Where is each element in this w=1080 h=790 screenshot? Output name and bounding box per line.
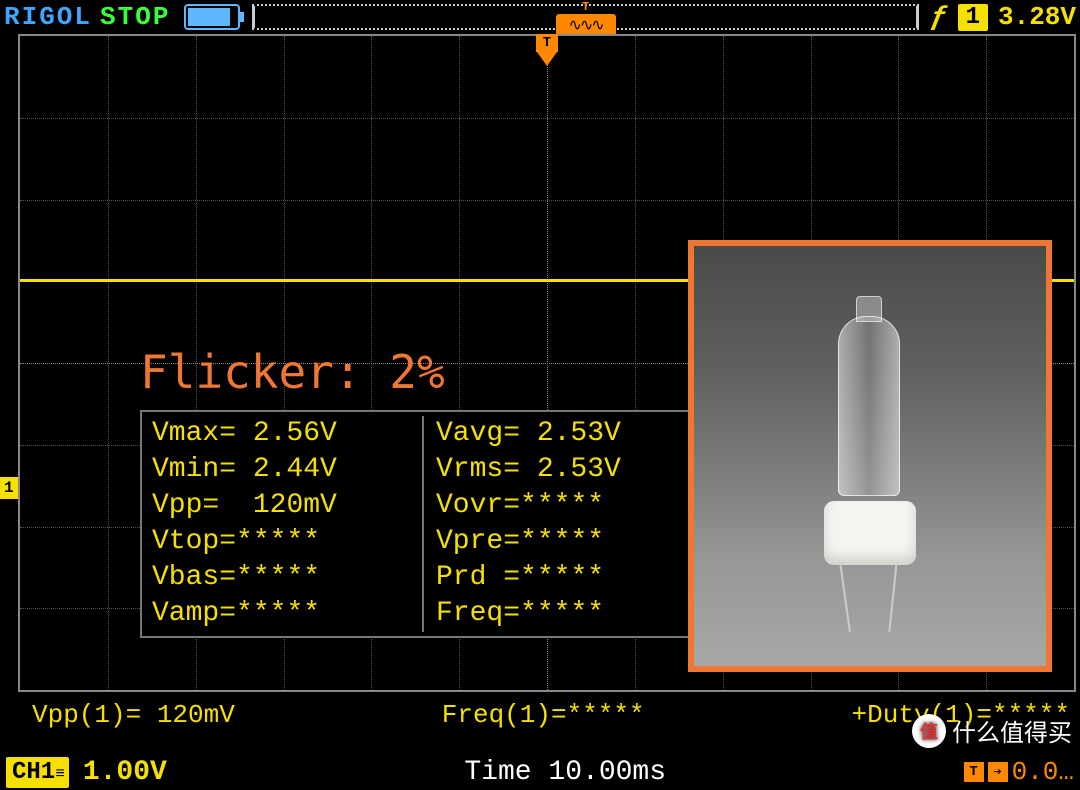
- volts-per-div: 1.00V: [83, 757, 167, 788]
- meas-row: Vpp= 120mV Vovr=*****: [152, 488, 682, 524]
- inset-photo-halogen-bulb: [688, 240, 1052, 672]
- meas-row: Vamp=***** Freq=*****: [152, 596, 682, 632]
- trigger-horizontal-position: T ➔ 0.0…: [964, 757, 1074, 787]
- meas-row: Vbas=***** Prd =*****: [152, 560, 682, 596]
- brand-logo: RIGOL: [4, 2, 92, 32]
- top-status-bar: RIGOL STOP T ∿∿∿ ƒ 1 3.28V: [0, 0, 1080, 34]
- battery-icon: [184, 4, 240, 30]
- acquisition-state: STOP: [100, 2, 170, 32]
- flicker-annotation: Flicker: 2%: [140, 345, 445, 399]
- trigger-level-value: 3.28V: [998, 2, 1076, 32]
- channel-1-ground-marker: 1: [0, 477, 18, 499]
- trigger-slope-icon: ƒ: [931, 2, 948, 33]
- trigger-source-badge: 1: [958, 4, 988, 31]
- watermark-badge-icon: 值: [912, 714, 946, 748]
- coupling-dc-icon: ≡: [55, 765, 63, 783]
- meas-row: Vtop=***** Vpre=*****: [152, 524, 682, 560]
- time-per-div: Time 10.00ms: [464, 757, 666, 788]
- waveform-preview-icon: ∿∿∿: [568, 15, 602, 35]
- watermark: 值 什么值得买: [912, 713, 1072, 748]
- halogen-bulb-illustration: [820, 296, 920, 616]
- waveform-window-indicator: T ∿∿∿: [556, 4, 616, 36]
- freq-readout: Freq(1)=*****: [442, 700, 645, 730]
- trigger-t-icon: T: [536, 34, 558, 52]
- timebase-overview-strip: T ∿∿∿: [252, 4, 918, 30]
- vpp-readout: Vpp(1)= 120mV: [32, 700, 235, 730]
- meas-row: Vmin= 2.44V Vrms= 2.53V: [152, 452, 682, 488]
- watermark-text: 什么值得买: [952, 713, 1072, 748]
- trigger-offset-icon: T: [964, 762, 984, 782]
- trigger-readout: ƒ 1 3.28V: [931, 2, 1076, 33]
- bottom-status-bar: CH1≡ 1.00V Time 10.00ms T ➔ 0.0…: [0, 754, 1080, 790]
- trigger-position-marker: T: [536, 34, 558, 66]
- channel-1-badge: CH1≡: [6, 757, 69, 788]
- meas-row: Vmax= 2.56V Vavg= 2.53V: [152, 416, 682, 452]
- arrow-right-icon: ➔: [988, 762, 1008, 782]
- measurement-panel: Vmax= 2.56V Vavg= 2.53V Vmin= 2.44V Vrms…: [140, 410, 694, 638]
- trigger-position-t-icon: T: [582, 0, 589, 14]
